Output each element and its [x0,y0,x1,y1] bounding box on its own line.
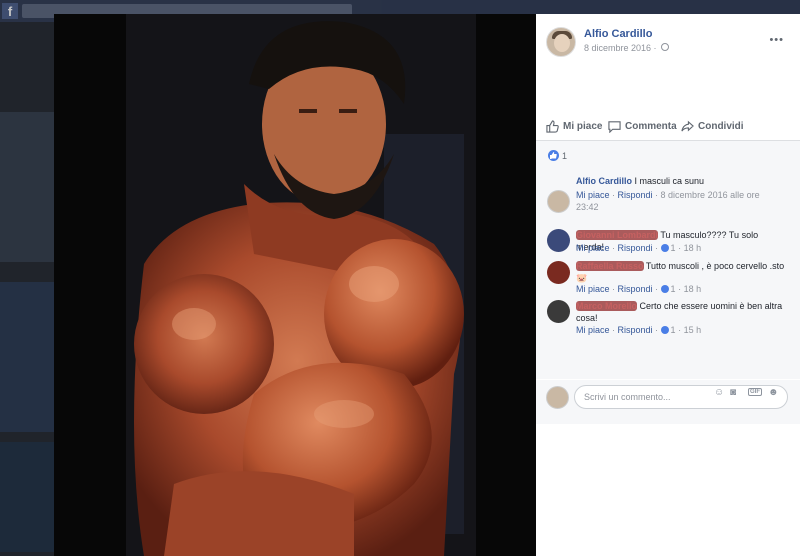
comment-label: Commenta [625,121,677,132]
post-panel: Alfio Cardillo 8 dicembre 2016 · ••• Mi … [536,14,800,556]
comment-author[interactable]: Giovanni Lombardi [576,230,659,240]
post-header: Alfio Cardillo 8 dicembre 2016 · ••• [536,14,800,74]
comment-text-row: Alfio Cardillo I masculi ca sunu [576,175,786,187]
comment-age: 15 h [683,325,702,335]
reactions-count[interactable]: 1 [562,151,567,161]
comment-age: 18 h [683,284,702,294]
share-button[interactable]: Condividi [681,120,744,133]
like-count-icon [660,326,669,334]
comment-text: I masculi ca sunu [632,176,705,186]
facebook-logo-icon: f [2,3,18,19]
comment-reply-link[interactable]: Rispondi [618,284,653,294]
comment-like-count[interactable]: 1 [671,243,676,253]
emoji-icon[interactable]: ☺ [714,387,724,398]
thumbs-up-icon [546,120,559,133]
comment-composer: Scrivi un commento... ☺ ◙ GIF ☻ [536,380,800,424]
comment-meta: Mi piace · Rispondi · 1 · 15 h [576,325,702,335]
photo-viewer[interactable] [54,14,536,556]
comment-reply-link[interactable]: Rispondi [618,243,653,253]
background-sidebar [0,22,54,556]
globe-icon [661,43,669,51]
comment-icon [608,121,621,133]
comment-text-row: Marco Morello Certo che essere uomini è … [576,300,786,324]
comment-reply-link[interactable]: Rispondi [618,325,653,335]
comment-like-link[interactable]: Mi piace [576,284,610,294]
comment-like-count[interactable]: 1 [671,325,676,335]
like-label: Mi piace [563,121,603,132]
comment-list: Alfio Cardillo I masculi ca sunu Mi piac… [536,169,800,379]
comment-like-link[interactable]: Mi piace [576,190,610,200]
current-user-avatar [546,386,569,409]
like-button[interactable]: Mi piace [546,120,602,133]
gif-icon[interactable]: GIF [748,388,762,396]
comment-like-link[interactable]: Mi piace [576,243,610,253]
comment-meta: Mi piace · Rispondi · 8 dicembre 2016 al… [576,190,760,212]
author-avatar[interactable] [546,27,576,57]
post-actions: Mi piace Commenta Condividi [536,113,800,141]
share-icon [681,120,694,132]
comment-text-row: Raffaella Russo Tutto muscoli , è poco c… [576,260,786,284]
reactions-bar: 1 [536,141,800,169]
comment-button[interactable]: Commenta [608,120,677,133]
more-options-icon[interactable]: ••• [769,34,784,46]
like-count-icon [660,244,669,252]
sticker-icon[interactable]: ☻ [768,387,779,398]
bodybuilder-photo [54,14,536,556]
comment-like-count[interactable]: 1 [671,284,676,294]
comment-meta: Mi piace · Rispondi · 1 · 18 h [576,284,702,294]
author-name[interactable]: Alfio Cardillo [584,28,652,40]
like-count-icon [660,285,669,293]
share-label: Condividi [698,121,744,132]
comment-author[interactable]: Alfio Cardillo [576,176,632,186]
comment-like-link[interactable]: Mi piace [576,325,610,335]
post-date[interactable]: 8 dicembre 2016 · [584,43,657,53]
comment-author[interactable]: Raffaella Russo [576,261,644,271]
commenter-avatar[interactable] [547,300,570,323]
commenter-avatar[interactable] [547,190,570,213]
comment-age: 18 h [683,243,702,253]
comment-reply-link[interactable]: Rispondi [618,190,653,200]
camera-icon[interactable]: ◙ [730,387,736,398]
comment-meta: Mi piace · Rispondi · 1 · 18 h [576,243,702,253]
commenter-avatar[interactable] [547,261,570,284]
comment-author[interactable]: Marco Morello [576,301,638,311]
like-reaction-icon[interactable] [548,150,559,161]
commenter-avatar[interactable] [547,229,570,252]
